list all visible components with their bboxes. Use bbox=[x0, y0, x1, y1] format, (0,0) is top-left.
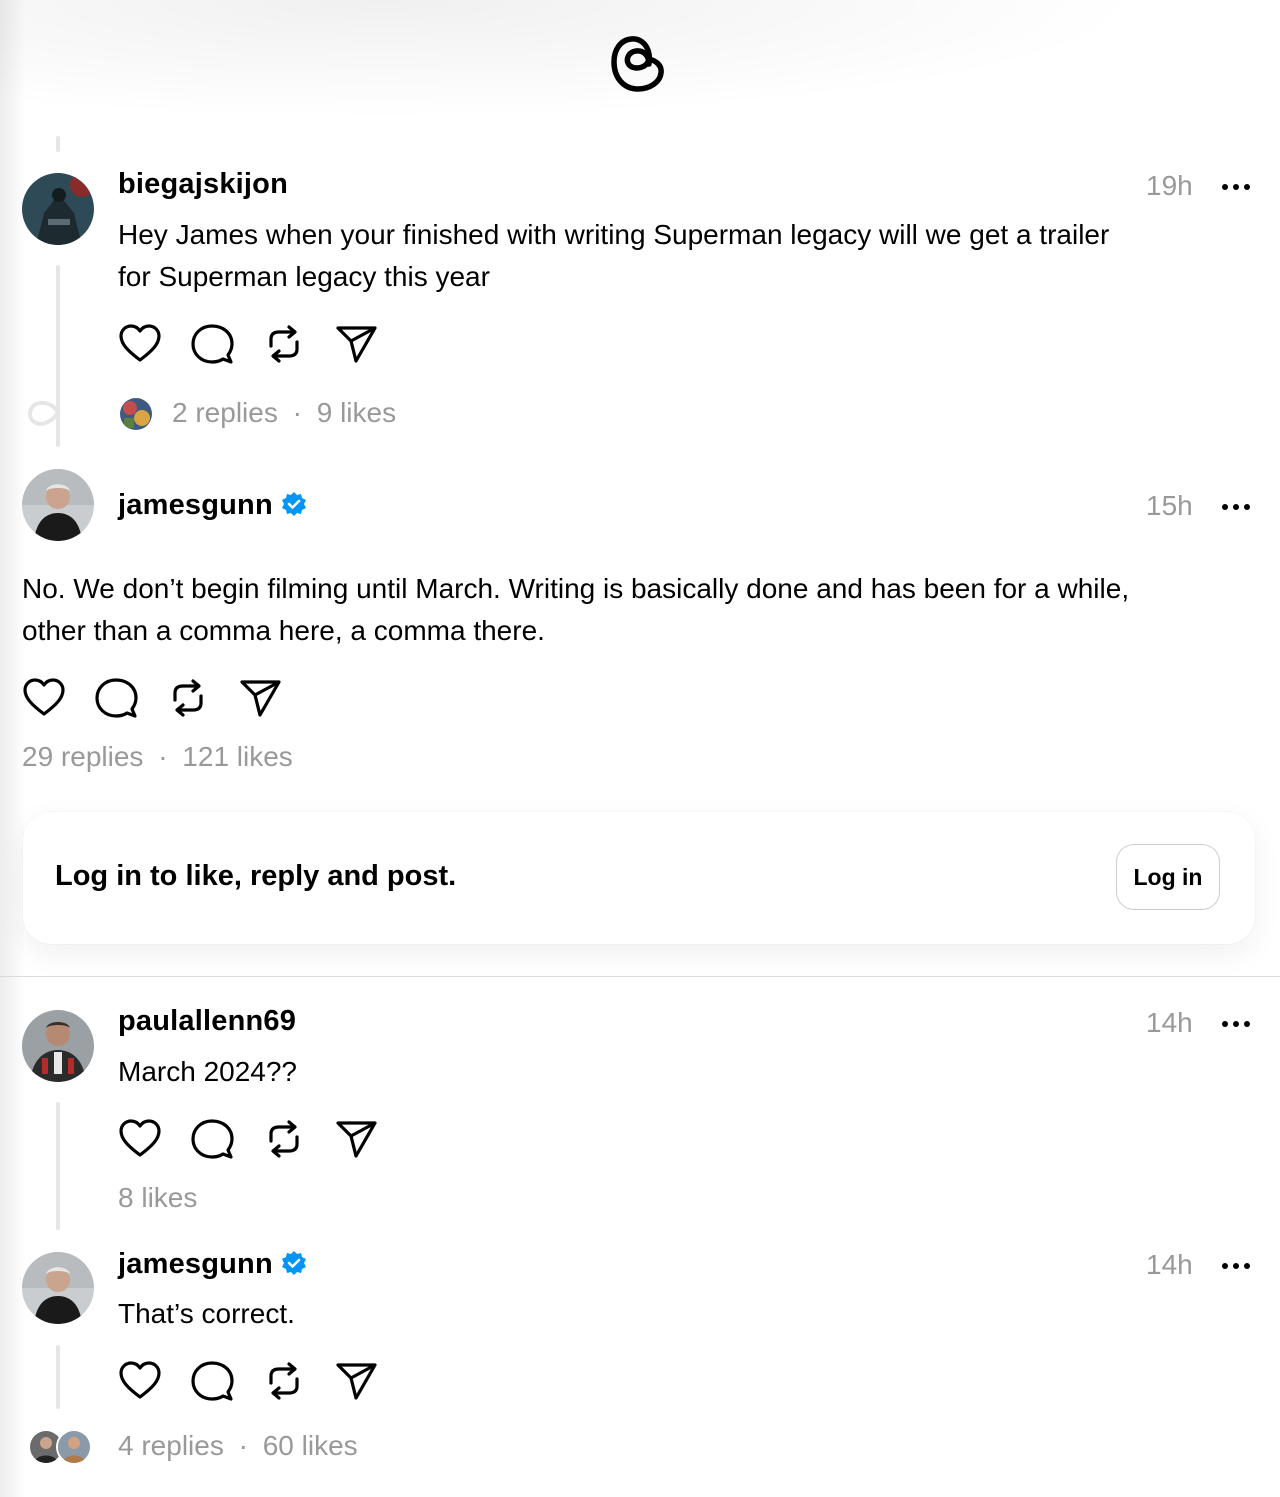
thread-line bbox=[56, 136, 60, 152]
login-button[interactable]: Log in bbox=[1116, 844, 1220, 910]
post-text-line: for Superman legacy this year bbox=[118, 261, 490, 292]
post-text-line: That’s correct. bbox=[118, 1298, 295, 1329]
login-prompt-text: Log in to like, reply and post. bbox=[55, 860, 457, 892]
username-text[interactable]: jamesgunn bbox=[118, 1248, 273, 1280]
comment-icon[interactable] bbox=[190, 1359, 234, 1403]
thread-line bbox=[56, 1345, 60, 1409]
threads-logo-icon[interactable] bbox=[609, 30, 667, 96]
post-time: 15h bbox=[1146, 490, 1193, 521]
post-username[interactable]: jamesgunn bbox=[118, 1248, 307, 1281]
post-stats: 2 replies · 9 likes bbox=[172, 397, 396, 429]
likes-count[interactable]: 8 likes bbox=[118, 1182, 197, 1213]
avatar[interactable] bbox=[22, 469, 94, 541]
post-text-line: other than a comma here, a comma there. bbox=[22, 615, 545, 646]
verified-badge-icon bbox=[281, 492, 306, 516]
repost-icon[interactable] bbox=[166, 676, 210, 720]
heart-icon[interactable] bbox=[118, 1359, 162, 1403]
post-text-line: March 2024?? bbox=[118, 1056, 298, 1087]
replies-count[interactable]: 29 replies bbox=[22, 741, 143, 772]
replies-count[interactable]: 4 replies bbox=[118, 1430, 224, 1461]
thread-loop-icon bbox=[28, 400, 60, 426]
post-text-line: No. We don’t begin filming until March. … bbox=[22, 573, 1130, 604]
likes-count[interactable]: 60 likes bbox=[263, 1430, 358, 1461]
comment-icon[interactable] bbox=[190, 322, 234, 366]
stats-separator: · bbox=[158, 741, 168, 772]
avatar[interactable] bbox=[22, 173, 94, 245]
avatar[interactable] bbox=[22, 1010, 94, 1082]
comment-icon[interactable] bbox=[190, 1117, 234, 1161]
more-icon[interactable] bbox=[1221, 1262, 1251, 1270]
likes-count[interactable]: 9 likes bbox=[317, 397, 396, 428]
share-icon[interactable] bbox=[334, 1117, 378, 1161]
more-icon[interactable] bbox=[1221, 1020, 1251, 1028]
repost-icon[interactable] bbox=[262, 322, 306, 366]
heart-icon[interactable] bbox=[22, 676, 66, 720]
post-stats: 8 likes bbox=[118, 1182, 197, 1214]
avatar[interactable] bbox=[118, 396, 154, 432]
post-time: 14h bbox=[1146, 1249, 1193, 1280]
post-time: 14h bbox=[1146, 1007, 1193, 1038]
repost-icon[interactable] bbox=[262, 1359, 306, 1403]
post-username[interactable]: jamesgunn bbox=[118, 489, 307, 522]
verified-badge-icon bbox=[281, 1251, 306, 1275]
login-prompt-card: Log in to like, reply and post. Log in bbox=[23, 812, 1255, 944]
section-divider bbox=[0, 976, 1280, 977]
post-time: 19h bbox=[1146, 170, 1193, 201]
post-username[interactable]: biegajskijon bbox=[118, 168, 288, 201]
share-icon[interactable] bbox=[334, 1359, 378, 1403]
more-icon[interactable] bbox=[1221, 503, 1251, 511]
repost-icon[interactable] bbox=[262, 1117, 306, 1161]
post-text-line: Hey James when your finished with writin… bbox=[118, 219, 1110, 250]
username-text[interactable]: jamesgunn bbox=[118, 489, 273, 521]
share-icon[interactable] bbox=[238, 676, 282, 720]
likes-count[interactable]: 121 likes bbox=[182, 741, 293, 772]
stats-separator: · bbox=[292, 397, 302, 428]
more-icon[interactable] bbox=[1221, 183, 1251, 191]
replies-count[interactable]: 2 replies bbox=[172, 397, 278, 428]
post-username[interactable]: paulallenn69 bbox=[118, 1005, 296, 1038]
post-stats: 29 replies · 121 likes bbox=[22, 741, 293, 773]
avatar[interactable] bbox=[56, 1429, 92, 1465]
stats-separator: · bbox=[238, 1430, 248, 1461]
thread-line bbox=[56, 1102, 60, 1230]
post-stats: 4 replies · 60 likes bbox=[118, 1430, 358, 1462]
comment-icon[interactable] bbox=[94, 676, 138, 720]
heart-icon[interactable] bbox=[118, 322, 162, 366]
share-icon[interactable] bbox=[334, 322, 378, 366]
avatar[interactable] bbox=[22, 1252, 94, 1324]
heart-icon[interactable] bbox=[118, 1117, 162, 1161]
